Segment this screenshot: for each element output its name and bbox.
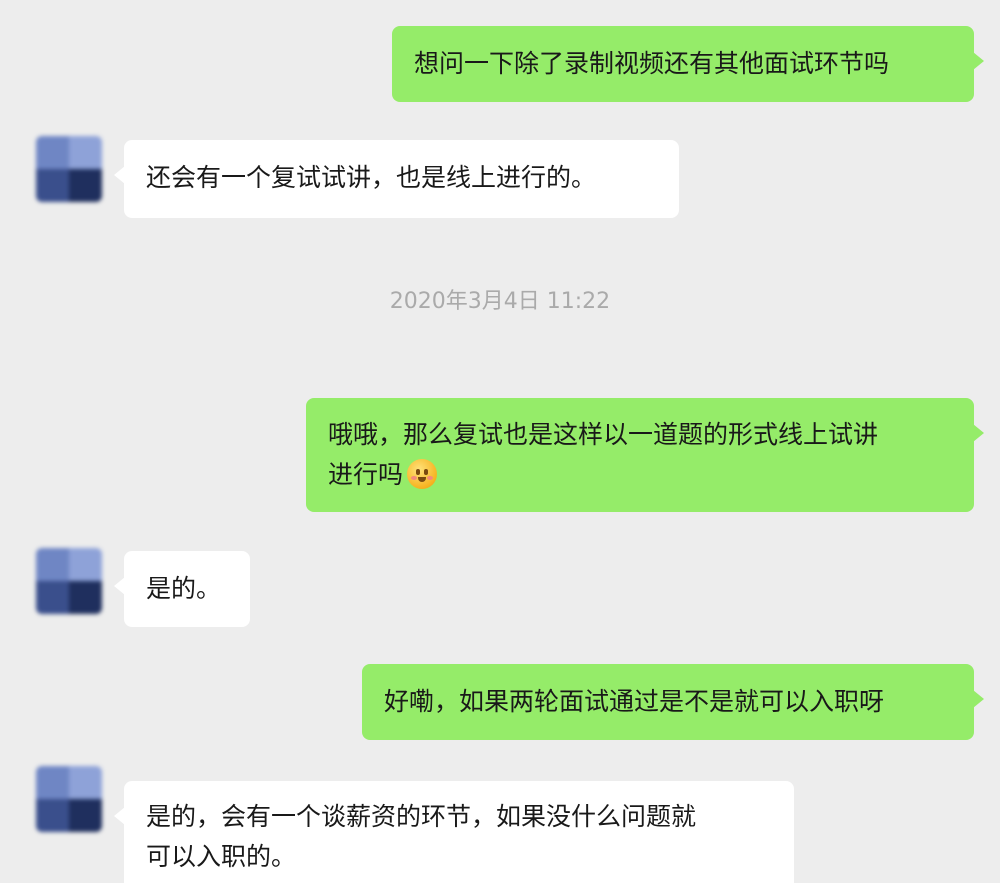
message-bubble-incoming[interactable]: 是的。 <box>114 551 250 627</box>
smiling-face-icon <box>407 459 438 489</box>
message-text-line: 哦哦，那么复试也是这样以一道题的形式线上试讲 <box>328 420 879 449</box>
message-bubble-incoming[interactable]: 是的，会有一个谈薪资的环节，如果没什么问题就 可以入职的。 <box>114 781 794 883</box>
contact-avatar[interactable] <box>36 766 102 832</box>
chat-area[interactable]: 想问一下除了录制视频还有其他面试环节吗 还会有一个复试试讲，也是线上进行的。 2… <box>0 0 1000 883</box>
message-text-line: 可以入职的。 <box>146 842 297 871</box>
message-text: 好嘞，如果两轮面试通过是不是就可以入职呀 <box>384 687 885 716</box>
message-text: 是的。 <box>146 574 222 603</box>
message-bubble-incoming[interactable]: 还会有一个复试试讲，也是线上进行的。 <box>114 140 679 218</box>
message-text: 还会有一个复试试讲，也是线上进行的。 <box>146 163 597 192</box>
message-bubble-outgoing[interactable]: 好嘞，如果两轮面试通过是不是就可以入职呀 <box>362 664 984 740</box>
contact-avatar[interactable] <box>36 136 102 202</box>
timestamp: 2020年3月4日 11:22 <box>389 289 611 314</box>
message-text-line: 进行吗 <box>328 455 952 495</box>
message-text-line: 是的，会有一个谈薪资的环节，如果没什么问题就 <box>146 802 697 831</box>
message-text: 想问一下除了录制视频还有其他面试环节吗 <box>414 49 890 78</box>
message-bubble-outgoing[interactable]: 哦哦，那么复试也是这样以一道题的形式线上试讲 进行吗 <box>306 398 984 512</box>
message-bubble-outgoing[interactable]: 想问一下除了录制视频还有其他面试环节吗 <box>392 26 984 102</box>
message-text: 进行吗 <box>328 460 404 489</box>
contact-avatar[interactable] <box>36 548 102 614</box>
